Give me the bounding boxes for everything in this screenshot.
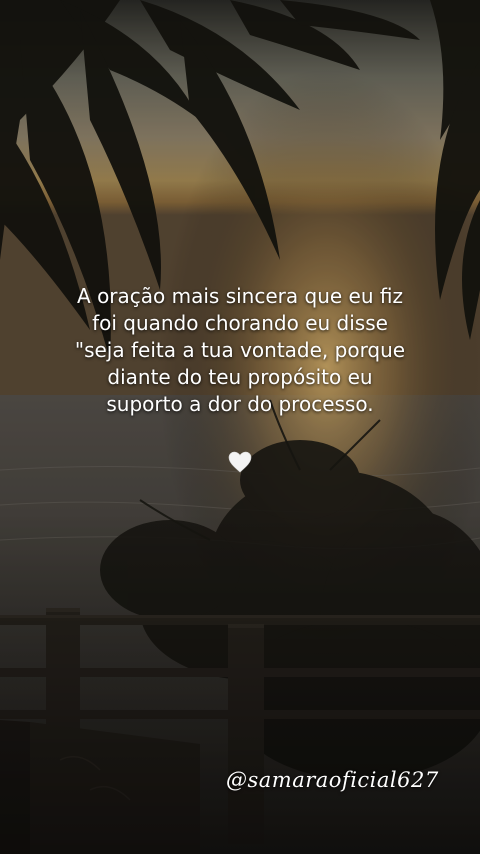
- quote-line: A oração mais sincera que eu fiz: [77, 284, 403, 308]
- author-signature: @samaraoficial627: [226, 768, 439, 792]
- background-photo: [0, 0, 480, 854]
- quote-line: foi quando chorando eu disse: [92, 311, 388, 335]
- quote-text: A oração mais sincera que eu fiz foi qua…: [20, 283, 460, 418]
- quote-line: diante do teu propósito eu: [107, 365, 373, 389]
- quote-line: suporto a dor do processo.: [106, 392, 374, 416]
- quote-line: "seja feita a tua vontade, porque: [74, 338, 406, 362]
- white-heart-icon: [228, 451, 252, 473]
